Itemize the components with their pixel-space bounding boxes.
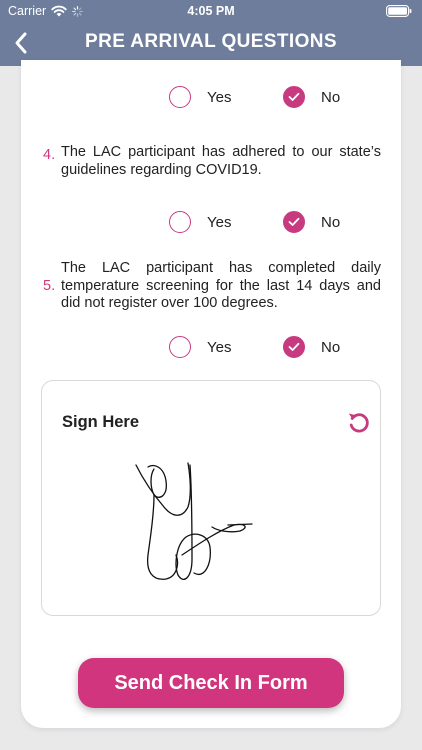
radio-unchecked[interactable] [169, 86, 191, 108]
question-4: 4. The LAC participant has adhered to ou… [43, 144, 381, 179]
signature-stroke [135, 462, 253, 580]
question-4-no-option[interactable]: No [283, 209, 340, 235]
status-time: 4:05 PM [187, 4, 235, 18]
check-icon [288, 217, 300, 226]
reset-icon[interactable] [346, 409, 372, 435]
question-text: The LAC participant has adhered to our s… [61, 144, 381, 178]
question-5-no-option[interactable]: No [283, 334, 340, 360]
question-3-yes-option[interactable]: Yes [169, 84, 231, 110]
question-number: 4. [43, 147, 56, 163]
radio-checked[interactable] [283, 211, 305, 233]
question-5: 5. The LAC participant has completed dai… [43, 260, 381, 313]
check-icon [288, 342, 300, 351]
chevron-left-icon [15, 32, 27, 54]
battery-icon [386, 5, 412, 17]
no-label: No [321, 213, 341, 231]
status-bar: Carrier 4:05 PM [0, 0, 422, 22]
question-text: The LAC participant has completed daily … [61, 260, 381, 311]
radio-checked[interactable] [283, 86, 305, 108]
back-button[interactable] [6, 26, 36, 60]
signature-pad[interactable] [42, 447, 382, 615]
signature-box: Sign Here [41, 380, 381, 616]
radio-unchecked[interactable] [169, 211, 191, 233]
question-4-yes-option[interactable]: Yes [169, 209, 231, 235]
question-3-answer-row: Yes No [21, 84, 401, 110]
question-4-answer-row: Yes No [21, 209, 401, 235]
top-bar: Carrier 4:05 PM PRE ARRIVAL QUESTIONS [0, 0, 422, 66]
no-label: No [321, 338, 341, 356]
page-title: PRE ARRIVAL QUESTIONS [85, 31, 337, 52]
yes-label: Yes [207, 88, 232, 106]
question-3-no-option[interactable]: No [283, 84, 340, 110]
question-number: 5. [43, 278, 56, 294]
questions-card: Yes No 4. The LAC participant has adhere… [21, 60, 401, 728]
signature-label: Sign Here [62, 413, 140, 431]
question-5-answer-row: Yes No [21, 334, 401, 360]
radio-unchecked[interactable] [169, 336, 191, 358]
yes-label: Yes [207, 338, 232, 356]
question-5-yes-option[interactable]: Yes [169, 334, 231, 360]
check-icon [288, 92, 300, 101]
send-check-in-form-button[interactable]: Send Check In Form [78, 658, 344, 708]
no-label: No [321, 88, 341, 106]
yes-label: Yes [207, 213, 232, 231]
radio-checked[interactable] [283, 336, 305, 358]
